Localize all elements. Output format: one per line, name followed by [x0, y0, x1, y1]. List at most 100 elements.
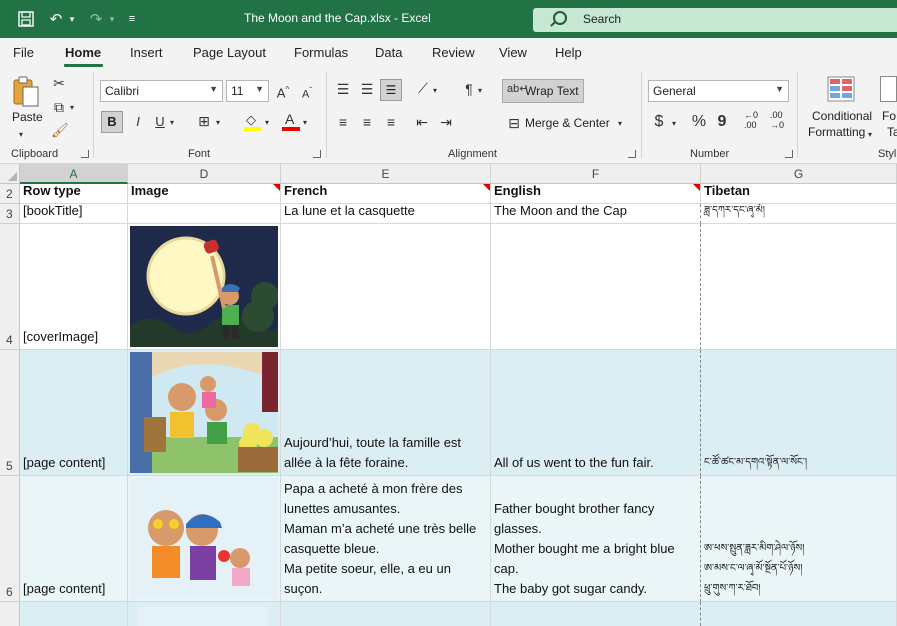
tab-insert[interactable]: Insert [130, 45, 163, 60]
tab-page-layout[interactable]: Page Layout [193, 45, 266, 60]
cover-image[interactable] [130, 226, 278, 347]
italic-button[interactable]: I [130, 113, 146, 131]
cell-f5[interactable]: All of us went to the fun fair. [491, 350, 701, 476]
merge-center-button[interactable]: Merge & Center [525, 116, 610, 130]
increase-font-size-icon[interactable]: A^ [275, 81, 291, 102]
undo-icon[interactable]: ↶ [44, 9, 68, 29]
cell-f4[interactable] [491, 224, 701, 350]
tab-data[interactable]: Data [375, 45, 402, 60]
wrap-text-button[interactable]: ab↵ Wrap Text [502, 79, 584, 103]
bold-button[interactable]: B [101, 111, 123, 133]
fill-color-icon[interactable]: ◇ [244, 112, 262, 132]
row-header-3[interactable]: 3 [0, 204, 20, 224]
select-all-corner[interactable] [0, 164, 20, 184]
cell-d6[interactable] [128, 476, 281, 602]
format-as-table-icon[interactable] [880, 76, 897, 102]
cell-f2[interactable]: English [491, 184, 701, 204]
bottom-align-icon[interactable]: ☰ [380, 79, 402, 101]
cell-e6[interactable]: Papa a acheté à mon frère des lunettes a… [281, 476, 491, 602]
conditional-formatting-label-2[interactable]: Formatting [808, 125, 865, 139]
underline-dropdown-icon[interactable]: ▾ [170, 114, 174, 132]
cell-a7[interactable] [20, 602, 128, 626]
cell-e7[interactable] [281, 602, 491, 626]
comma-style-icon[interactable]: 9 [716, 113, 728, 131]
increase-decimal-icon[interactable]: ←0.00 [744, 110, 766, 134]
cell-e3[interactable]: La lune et la casquette [281, 204, 491, 224]
underline-button[interactable]: U [152, 113, 168, 131]
paste-icon[interactable] [11, 75, 41, 109]
borders-icon[interactable]: ⊞ [196, 112, 212, 130]
column-header-g[interactable]: G [701, 164, 897, 184]
column-header-a[interactable]: A [20, 164, 128, 184]
format-painter-icon[interactable]: 🖌 [51, 121, 69, 139]
cell-f3[interactable]: The Moon and the Cap [491, 204, 701, 224]
tab-file[interactable]: File [13, 45, 34, 60]
conditional-formatting-icon[interactable] [827, 76, 855, 102]
column-header-f[interactable]: F [491, 164, 701, 184]
paste-label[interactable]: Paste [12, 110, 43, 124]
increase-indent-icon[interactable]: ⇥ [437, 113, 455, 131]
cell-d7[interactable] [128, 602, 281, 626]
decrease-indent-icon[interactable]: ⇤ [413, 113, 431, 131]
tab-review[interactable]: Review [432, 45, 475, 60]
align-right-icon[interactable]: ≡ [382, 113, 400, 131]
tab-formulas[interactable]: Formulas [294, 45, 348, 60]
middle-align-icon[interactable]: ☰ [358, 80, 376, 98]
cell-a6[interactable]: [page content] [20, 476, 128, 602]
cut-icon[interactable]: ✂ [51, 74, 67, 92]
cell-g2[interactable]: Tibetan [701, 184, 897, 204]
page-image[interactable] [130, 478, 278, 599]
paste-dropdown-icon[interactable]: ▾ [19, 126, 23, 144]
merge-center-dropdown-icon[interactable]: ▾ [618, 115, 622, 133]
column-header-d[interactable]: D [128, 164, 281, 184]
align-left-icon[interactable]: ≡ [334, 113, 352, 131]
cell-a5[interactable]: [page content] [20, 350, 128, 476]
currency-dropdown-icon[interactable]: ▾ [672, 115, 676, 133]
row-header-6[interactable]: 6 [0, 476, 20, 602]
decrease-font-size-icon[interactable]: Aˇ [299, 82, 315, 104]
number-launcher-icon[interactable] [785, 150, 793, 158]
column-header-e[interactable]: E [281, 164, 491, 184]
font-color-icon[interactable]: A [282, 111, 300, 132]
cell-a3[interactable]: [bookTitle] [20, 204, 128, 224]
text-direction-icon[interactable]: ¶ [460, 80, 478, 98]
conditional-formatting-label[interactable]: Conditional [812, 109, 872, 123]
row-header-7[interactable] [0, 602, 20, 626]
cell-d4[interactable] [128, 224, 281, 350]
number-format-select[interactable]: General ▼ [648, 80, 789, 102]
alignment-launcher-icon[interactable] [628, 150, 636, 158]
row-header-4[interactable]: 4 [0, 224, 20, 350]
redo-dropdown-icon[interactable]: ▾ [106, 9, 118, 29]
tab-help[interactable]: Help [555, 45, 582, 60]
search-box[interactable]: Search [533, 8, 897, 32]
cell-e4[interactable] [281, 224, 491, 350]
cell-g6[interactable]: ཨ་ཕས་སྤུན་ཟླར་མིག་ཤེལ་ཉོས། ཨ་མས་ང་ལ་ཞྭ་མ… [701, 476, 897, 602]
fill-color-dropdown-icon[interactable]: ▾ [265, 114, 269, 132]
cell-d3[interactable] [128, 204, 281, 224]
cell-d2[interactable]: Image [128, 184, 281, 204]
cell-a4[interactable]: [coverImage] [20, 224, 128, 350]
format-as-table-label[interactable]: Fo [882, 109, 896, 123]
align-center-icon[interactable]: ≡ [358, 113, 376, 131]
clipboard-launcher-icon[interactable] [81, 150, 89, 158]
orientation-icon[interactable]: ⟋ [414, 79, 432, 97]
font-name-select[interactable]: Calibri ▼ [100, 80, 223, 102]
row-header-2[interactable]: 2 [0, 184, 20, 204]
customize-toolbar-icon[interactable]: ≡ [124, 9, 140, 29]
percent-icon[interactable]: % [690, 113, 708, 131]
page-image[interactable] [130, 352, 278, 473]
borders-dropdown-icon[interactable]: ▾ [216, 114, 220, 132]
cell-f6[interactable]: Father bought brother fancy glasses. Mot… [491, 476, 701, 602]
cell-a2[interactable]: Row type [20, 184, 128, 204]
conditional-formatting-dropdown-icon[interactable]: ▾ [868, 126, 872, 144]
tab-home[interactable]: Home [65, 45, 101, 60]
page-image[interactable] [138, 606, 268, 626]
cell-d5[interactable] [128, 350, 281, 476]
currency-icon[interactable]: $ [652, 113, 666, 131]
merge-center-icon[interactable]: ⊟ [505, 114, 523, 132]
cell-e2[interactable]: French [281, 184, 491, 204]
decrease-decimal-icon[interactable]: .00 →0 [770, 110, 792, 134]
font-color-dropdown-icon[interactable]: ▾ [303, 114, 307, 132]
tab-view[interactable]: View [499, 45, 527, 60]
cell-g7[interactable] [701, 602, 897, 626]
